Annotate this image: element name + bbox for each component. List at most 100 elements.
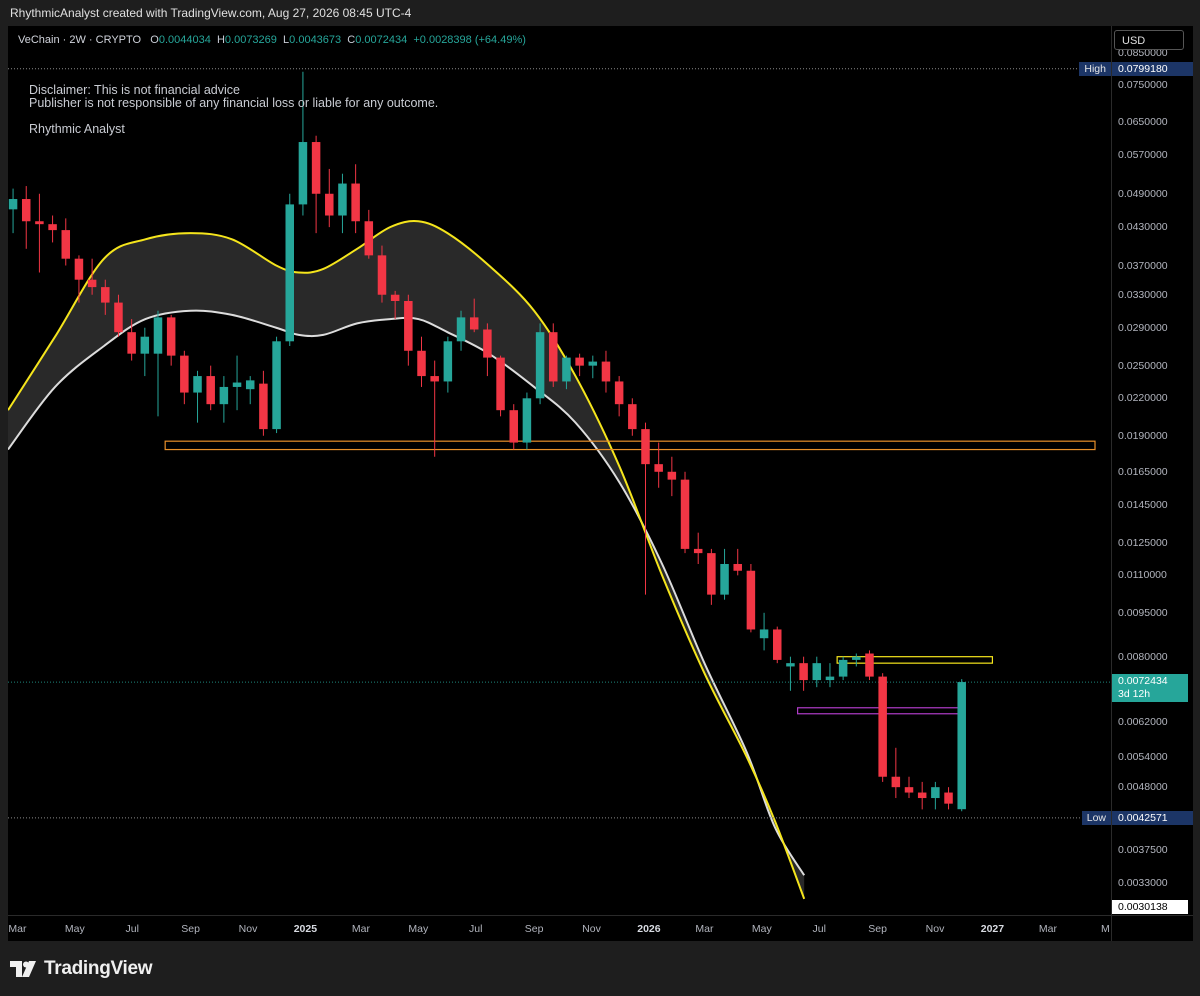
- candle: [601, 350, 611, 393]
- price-tick-label: 0.0190000: [1118, 429, 1168, 442]
- candle-body: [601, 361, 611, 382]
- price-tick-label: 0.0370000: [1118, 259, 1168, 272]
- price-tick-label: 0.0048000: [1118, 781, 1168, 794]
- time-tick-label: Nov: [238, 923, 258, 935]
- candle: [891, 747, 901, 799]
- price-tick-label: 0.0095000: [1118, 606, 1168, 619]
- price-tick-label: 0.0125000: [1118, 536, 1168, 549]
- candle-body: [628, 404, 637, 430]
- time-tick-label: Jul: [125, 923, 139, 935]
- candle-body: [364, 221, 374, 256]
- candle: [245, 376, 255, 405]
- time-tick-label: M: [1100, 923, 1110, 935]
- author-label: Rhythmic Analyst: [29, 122, 125, 136]
- candle-body: [654, 464, 663, 472]
- candle-body: [245, 380, 255, 390]
- candle: [193, 370, 202, 423]
- candle: [838, 656, 848, 681]
- price-tick-label: 0.0033000: [1118, 876, 1168, 889]
- candle: [522, 392, 532, 450]
- candle: [496, 355, 505, 417]
- candle: [917, 781, 927, 810]
- candle-body: [944, 792, 953, 804]
- time-tick-year: 2025: [293, 923, 318, 935]
- price-tick-label: 0.0650000: [1118, 115, 1168, 128]
- candle-body: [259, 383, 268, 430]
- tradingview-logo: TradingView: [10, 958, 153, 980]
- price-tick-label: 0.0570000: [1118, 149, 1168, 162]
- candle: [667, 456, 677, 497]
- candle-body: [443, 341, 453, 382]
- candle-body: [87, 279, 97, 288]
- candle-body: [773, 629, 782, 660]
- candle: [285, 193, 294, 346]
- price-tick-label: 0.0062000: [1118, 715, 1168, 728]
- candle-body: [285, 204, 294, 342]
- price-tick-label: 0.0080000: [1118, 650, 1168, 663]
- candle-body: [852, 656, 861, 660]
- time-tick-label: Mar: [1038, 923, 1057, 935]
- candle-body: [562, 357, 571, 382]
- candle-body: [522, 398, 532, 443]
- candle: [944, 787, 953, 810]
- candle-body: [390, 294, 400, 302]
- candle-body: [404, 301, 413, 351]
- candle-body: [140, 336, 150, 354]
- candle: [575, 353, 584, 377]
- candle-body: [891, 776, 901, 788]
- price-tick-label: 0.0110000: [1118, 569, 1167, 582]
- currency-button[interactable]: USD: [1114, 30, 1184, 50]
- candle-body: [469, 317, 479, 330]
- time-tick-label: Mar: [695, 923, 714, 935]
- time-tick-label: Jul: [469, 923, 483, 935]
- time-tick-label: Mar: [8, 923, 27, 935]
- candle-body: [759, 629, 769, 639]
- candle-body: [35, 221, 44, 225]
- candle: [773, 626, 782, 664]
- candle-body: [456, 317, 466, 342]
- candle: [272, 336, 281, 434]
- candle: [325, 168, 334, 228]
- candle: [746, 563, 756, 633]
- candle-body: [483, 329, 492, 358]
- price-tick-label: 0.0330000: [1118, 288, 1168, 301]
- candle-body: [693, 548, 703, 554]
- chart-canvas[interactable]: [8, 26, 1111, 915]
- price-axis[interactable]: 0.0850000 0.0750000 0.0650000 0.0570000 0.04…: [1111, 26, 1193, 915]
- candle: [430, 360, 439, 457]
- candle: [298, 71, 308, 216]
- candle-body: [614, 381, 624, 405]
- chart-pane[interactable]: VeChain · 2W · CRYPTO O0.0044034 H0.0073…: [8, 26, 1111, 915]
- candle-body: [549, 332, 558, 382]
- time-tick-label: Sep: [868, 923, 887, 935]
- time-axis[interactable]: Mar May Jul Sep Nov 2025 Mar May Jul Sep Nov 2026 Ma…: [8, 915, 1111, 942]
- candle-body: [931, 787, 940, 799]
- candle: [693, 532, 703, 564]
- candle-body: [298, 142, 308, 205]
- candle: [628, 398, 637, 436]
- candle-body: [430, 376, 439, 382]
- time-tick-label: Jul: [812, 923, 826, 935]
- candle-body: [114, 302, 123, 333]
- time-tick-label: Mar: [351, 923, 370, 935]
- band-lower-line: [8, 309, 806, 876]
- candle: [707, 548, 716, 605]
- low-price-tag: 0.0042571: [1112, 810, 1193, 825]
- orange-zone: [164, 440, 1096, 451]
- price-tick-label: 0.0145000: [1118, 498, 1168, 511]
- candle: [259, 370, 268, 436]
- candle-body: [838, 659, 848, 677]
- symbol-label: VeChain · 2W · CRYPTO: [18, 34, 142, 46]
- candle: [957, 679, 966, 812]
- candle: [641, 422, 650, 595]
- candle-body: [48, 224, 57, 231]
- candle: [931, 781, 940, 810]
- disclaimer-line-1: Disclaimer: This is not financial advice: [29, 83, 240, 97]
- time-tick-label: May: [64, 923, 85, 935]
- candle: [351, 164, 360, 234]
- open-label: O: [150, 34, 159, 46]
- price-tick-label: 0.0750000: [1118, 79, 1168, 92]
- candle: [812, 656, 822, 688]
- candle: [153, 310, 163, 417]
- candle: [166, 314, 176, 366]
